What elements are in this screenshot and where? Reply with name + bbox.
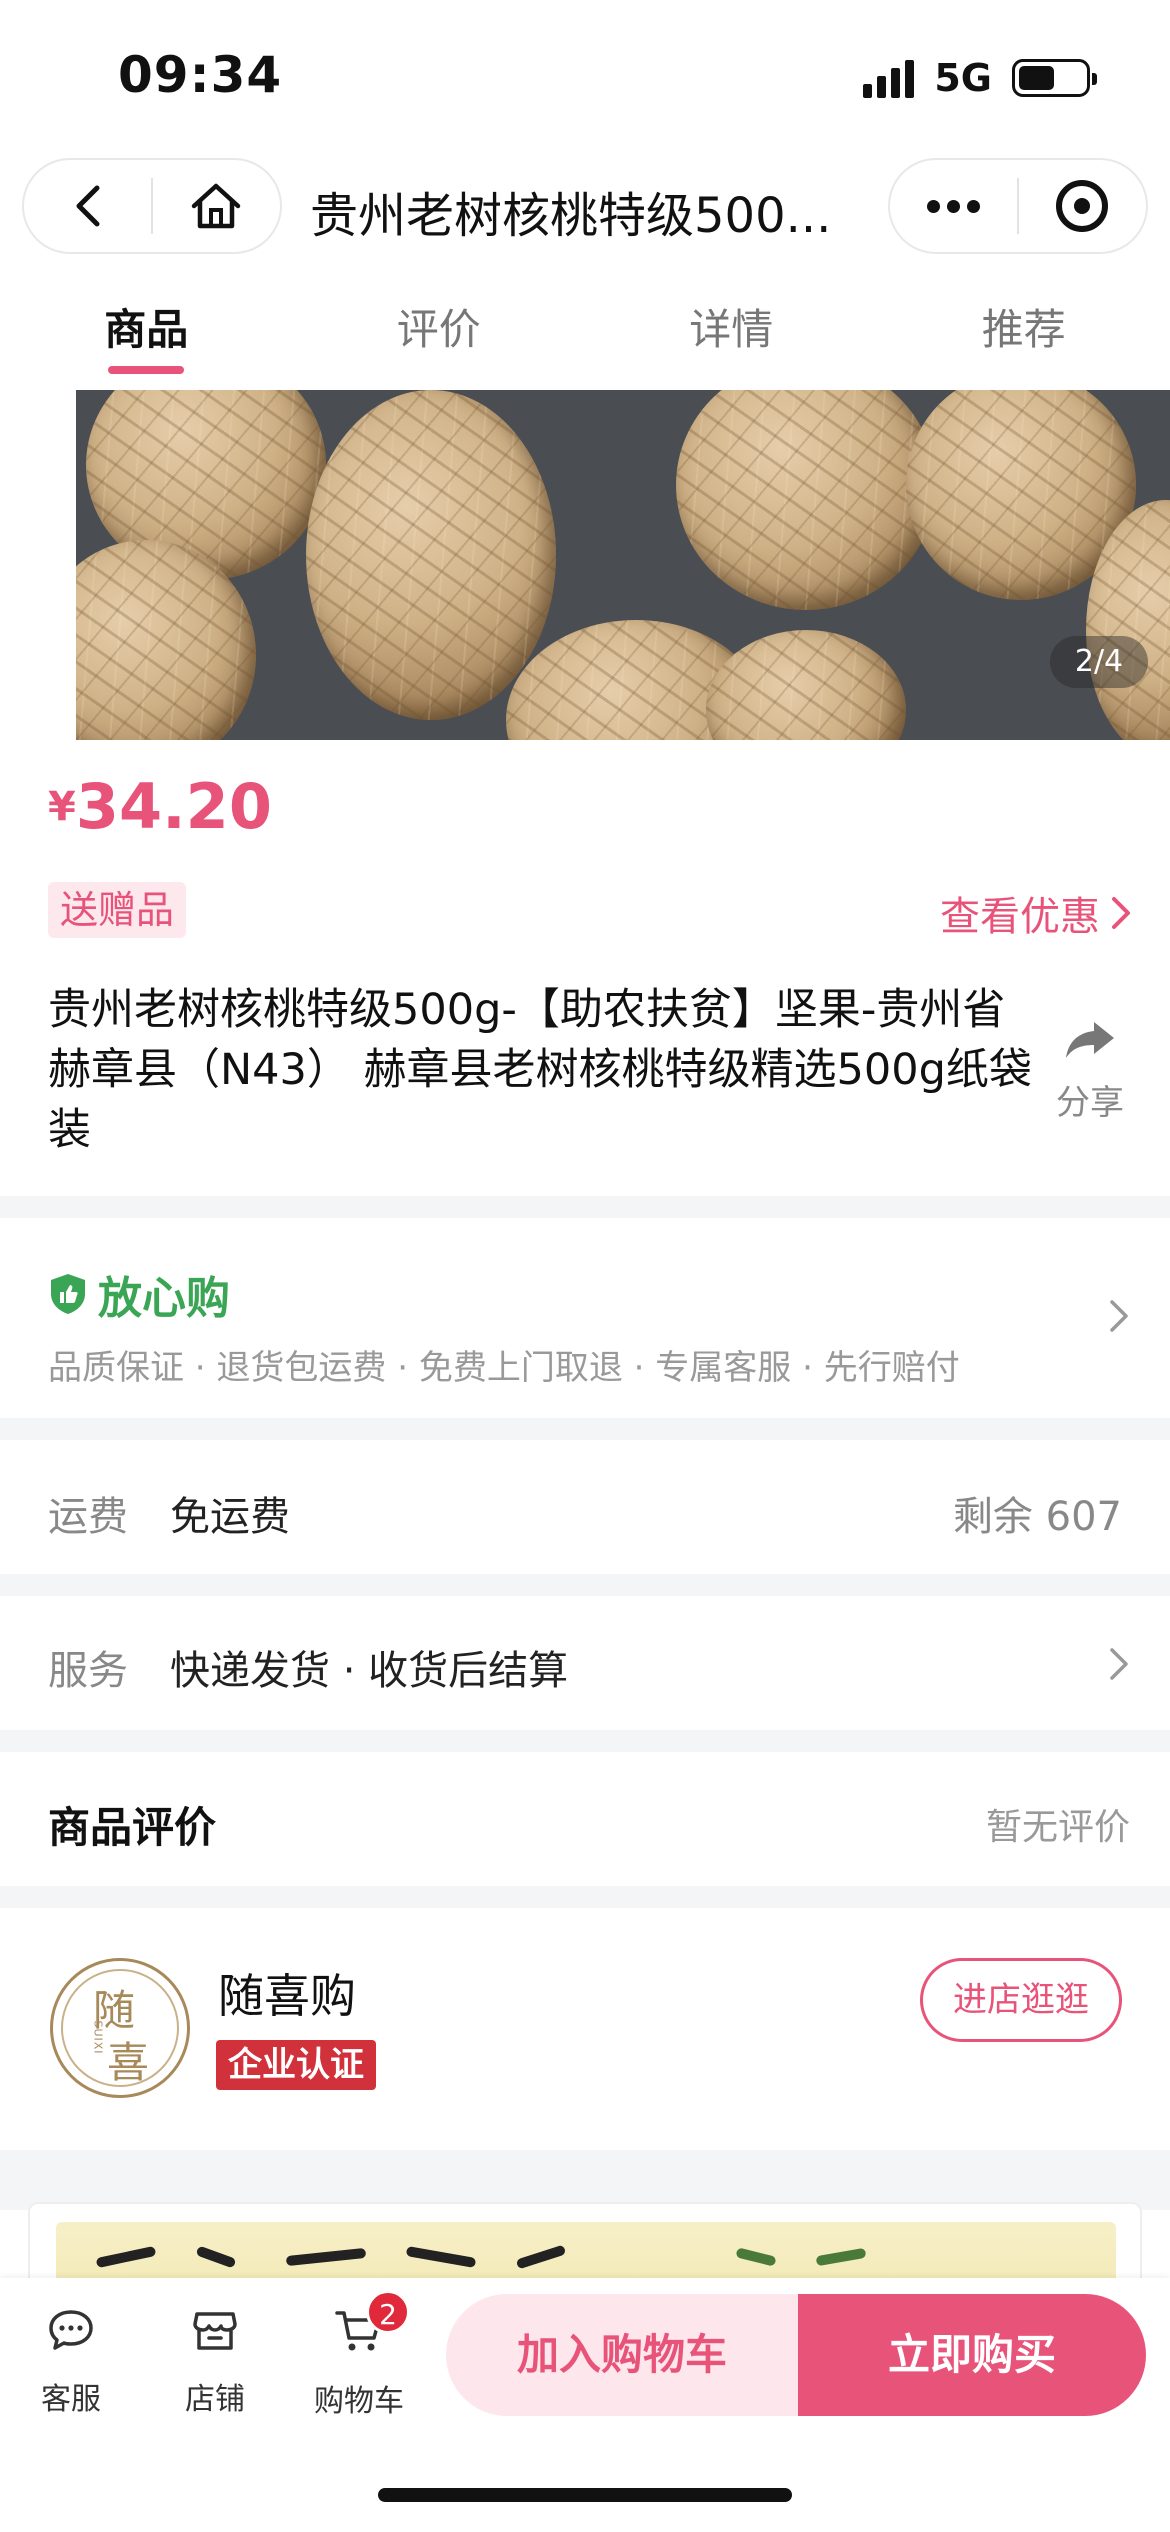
share-label: 分享 (1056, 1083, 1124, 1123)
product-name: 贵州老树核桃特级500g-【助农扶贫】坚果-贵州省赫章县（N43） 赫章县老树核… (48, 985, 1032, 1155)
view-offers-link[interactable]: 查看优惠 (940, 884, 1132, 942)
tab-recommend[interactable]: 推荐 (878, 290, 1170, 380)
section-divider (0, 1886, 1170, 1908)
shop-logo-small-text: SUIXI (91, 2020, 105, 2055)
no-review-text: 暂无评价 (985, 1807, 1130, 1848)
shop-logo-char: 喜 (107, 2038, 150, 2087)
enterprise-verified-badge: 企业认证 (216, 2040, 376, 2090)
price-value: 34.20 (75, 770, 272, 843)
nav-right-capsule (888, 158, 1148, 254)
assurance-label: 放心购 (98, 1273, 230, 1324)
section-divider (0, 2150, 1170, 2210)
share-button[interactable]: 分享 (1050, 1018, 1130, 1124)
section-divider (0, 1730, 1170, 1752)
view-offers-label: 查看优惠 (940, 894, 1100, 940)
customer-service-label: 客服 (41, 2382, 101, 2417)
status-indicators: 5G (863, 56, 1097, 100)
stock-remaining: 剩余 607 (952, 1494, 1122, 1540)
store-label: 店铺 (185, 2382, 245, 2417)
add-to-cart-button[interactable]: 加入购物车 (446, 2294, 798, 2416)
shipping-label: 运费 (48, 1494, 128, 1540)
signal-icon (863, 58, 915, 98)
buy-now-button[interactable]: 立即购买 (798, 2294, 1146, 2416)
store-icon (193, 2312, 237, 2350)
price: ¥34.20 (48, 770, 272, 843)
status-time: 09:34 (118, 46, 283, 104)
nav-left-capsule (22, 158, 282, 254)
share-icon (1066, 1022, 1114, 1058)
close-miniprogram-button[interactable] (1019, 160, 1146, 252)
status-bar: 09:34 5G (0, 0, 1170, 150)
back-arrow-icon (76, 185, 99, 227)
reviews-title[interactable]: 商品评价 (48, 1794, 216, 1855)
chevron-right-icon (1112, 897, 1130, 929)
store-button[interactable]: 店铺 (160, 2308, 270, 2418)
service-label: 服务 (48, 1648, 128, 1694)
cart-label: 购物车 (314, 2384, 404, 2419)
walnut-image (306, 390, 556, 720)
chat-bubble-icon (49, 2310, 93, 2350)
visit-shop-button[interactable]: 进店逛逛 (920, 1958, 1122, 2042)
shield-thumb-icon (51, 1274, 85, 1314)
tab-details[interactable]: 详情 (585, 290, 878, 380)
currency-symbol: ¥ (48, 784, 76, 830)
section-divider (0, 1574, 1170, 1596)
cart-button[interactable]: 2 购物车 (304, 2290, 414, 2420)
home-button[interactable] (153, 160, 280, 252)
chevron-right-icon[interactable] (1108, 1646, 1130, 1682)
assurance-title[interactable]: 放心购 (48, 1262, 230, 1326)
network-type: 5G (934, 56, 992, 100)
shop-logo[interactable]: 随 喜 SUIXI (50, 1958, 190, 2098)
cart-count-badge: 2 (366, 2290, 410, 2334)
gift-badge: 送赠品 (48, 882, 187, 938)
section-divider (0, 1196, 1170, 1218)
service-value[interactable]: 快递发货 · 收货后结算 (170, 1638, 568, 1696)
battery-icon (1012, 59, 1097, 97)
tab-goods[interactable]: 商品 (0, 290, 293, 380)
section-divider (0, 1418, 1170, 1440)
shipping-value: 免运费 (170, 1494, 290, 1540)
image-counter: 2/4 (1050, 636, 1148, 688)
assurance-items: 品质保证 · 退货包运费 · 免费上门取退 · 专属客服 · 先行赔付 (48, 1348, 960, 1388)
section-tabs: 商品 评价 详情 推荐 (0, 290, 1170, 380)
home-indicator[interactable] (378, 2488, 792, 2502)
tab-reviews[interactable]: 评价 (293, 290, 586, 380)
home-icon (192, 183, 241, 229)
chevron-right-icon[interactable] (1108, 1298, 1130, 1334)
walnut-image (676, 390, 936, 610)
back-button[interactable] (24, 160, 151, 252)
walnut-image (706, 630, 906, 740)
page-title: 贵州老树核桃特级500... (310, 188, 832, 244)
more-button[interactable] (890, 160, 1017, 252)
target-icon (1056, 180, 1109, 232)
customer-service-button[interactable]: 客服 (16, 2308, 126, 2418)
shop-name[interactable]: 随喜购 (218, 1960, 356, 2026)
more-dots-icon (927, 199, 980, 213)
product-image-carousel[interactable]: 2/4 (76, 390, 1170, 740)
